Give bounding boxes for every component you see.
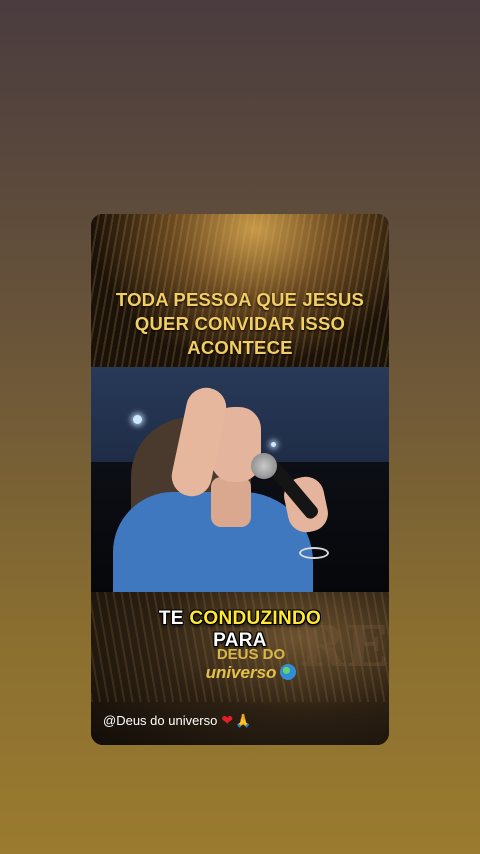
handle-text: @Deus do universo bbox=[103, 713, 218, 728]
channel-logo: DEUS DO universo bbox=[186, 646, 316, 682]
caption-word-white: TE bbox=[158, 608, 190, 629]
headline-line-2: QUER CONVIDAR ISSO bbox=[134, 313, 346, 334]
headline-line-3: ACONTECE bbox=[187, 337, 293, 358]
channel-handle[interactable]: @Deus do universo ❤ 🙏 bbox=[103, 712, 251, 729]
video-card[interactable]: TODA PESSOA QUE JESUS QUER CONVIDAR ISSO… bbox=[91, 214, 389, 745]
stage-light bbox=[133, 415, 142, 424]
heart-icon: ❤ bbox=[221, 712, 234, 728]
headline-line-1: TODA PESSOA QUE JESUS bbox=[115, 289, 365, 310]
logo-line-1: DEUS DO bbox=[216, 646, 286, 663]
bracelet bbox=[299, 547, 329, 559]
stage-light bbox=[271, 442, 276, 447]
caption-word-highlight: CONDUZINDO bbox=[189, 608, 322, 629]
logo-line-2: universo bbox=[205, 663, 277, 682]
headline-text: TODA PESSOA QUE JESUS QUER CONVIDAR ISSO… bbox=[97, 288, 383, 360]
pray-icon: 🙏 bbox=[235, 713, 252, 728]
microphone-head bbox=[251, 453, 277, 479]
globe-icon bbox=[280, 664, 297, 680]
video-frame[interactable] bbox=[91, 367, 389, 592]
singer-neck bbox=[211, 477, 251, 527]
